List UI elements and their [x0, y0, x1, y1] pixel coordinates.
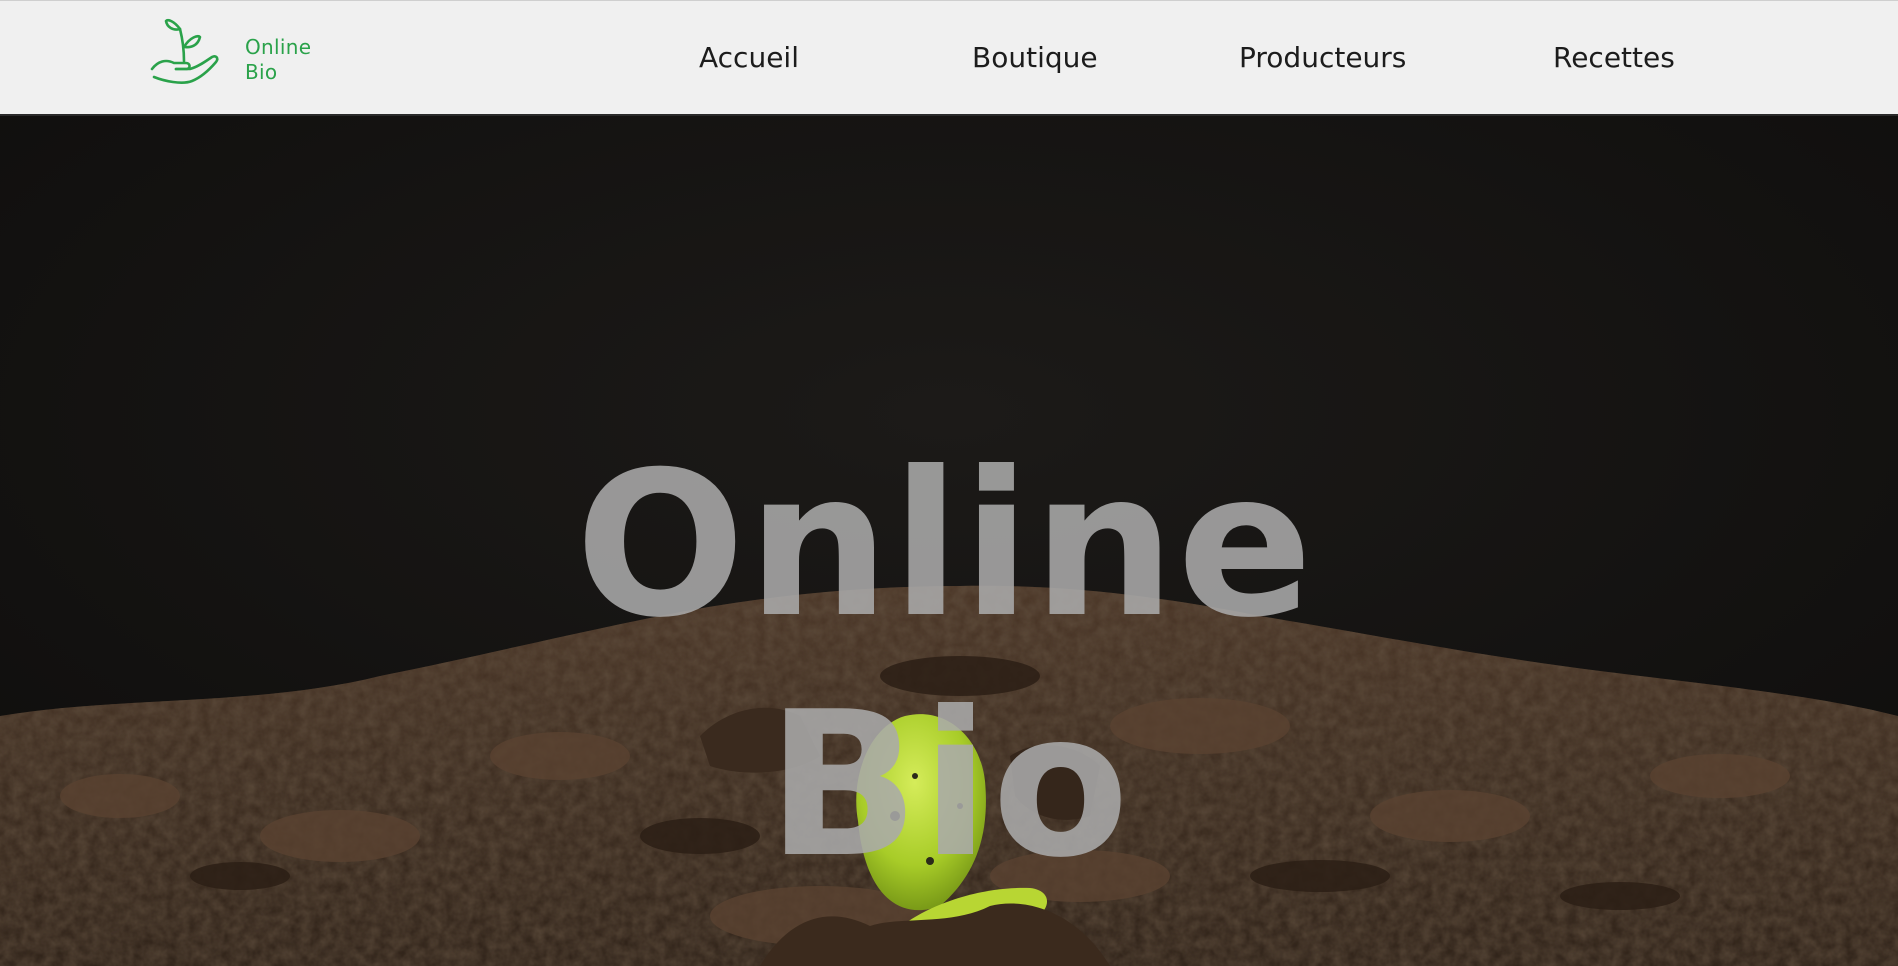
brand-name[interactable]: Online Bio	[245, 35, 311, 85]
hero-title-line-1: Online	[575, 429, 1315, 662]
nav-item-accueil[interactable]: Accueil	[699, 41, 799, 74]
brand-line-2: Bio	[245, 60, 278, 84]
hero-banner: Online Bio	[0, 116, 1898, 966]
sprout-in-hand-icon[interactable]	[150, 17, 222, 87]
hero-title-line-2: Bio	[766, 669, 1132, 902]
nav-item-producteurs[interactable]: Producteurs	[1239, 41, 1406, 74]
brand-line-1: Online	[245, 35, 312, 59]
nav-item-recettes[interactable]: Recettes	[1553, 41, 1675, 74]
nav-item-boutique[interactable]: Boutique	[972, 41, 1098, 74]
site-header: Online Bio Accueil Boutique Producteurs …	[0, 0, 1898, 116]
